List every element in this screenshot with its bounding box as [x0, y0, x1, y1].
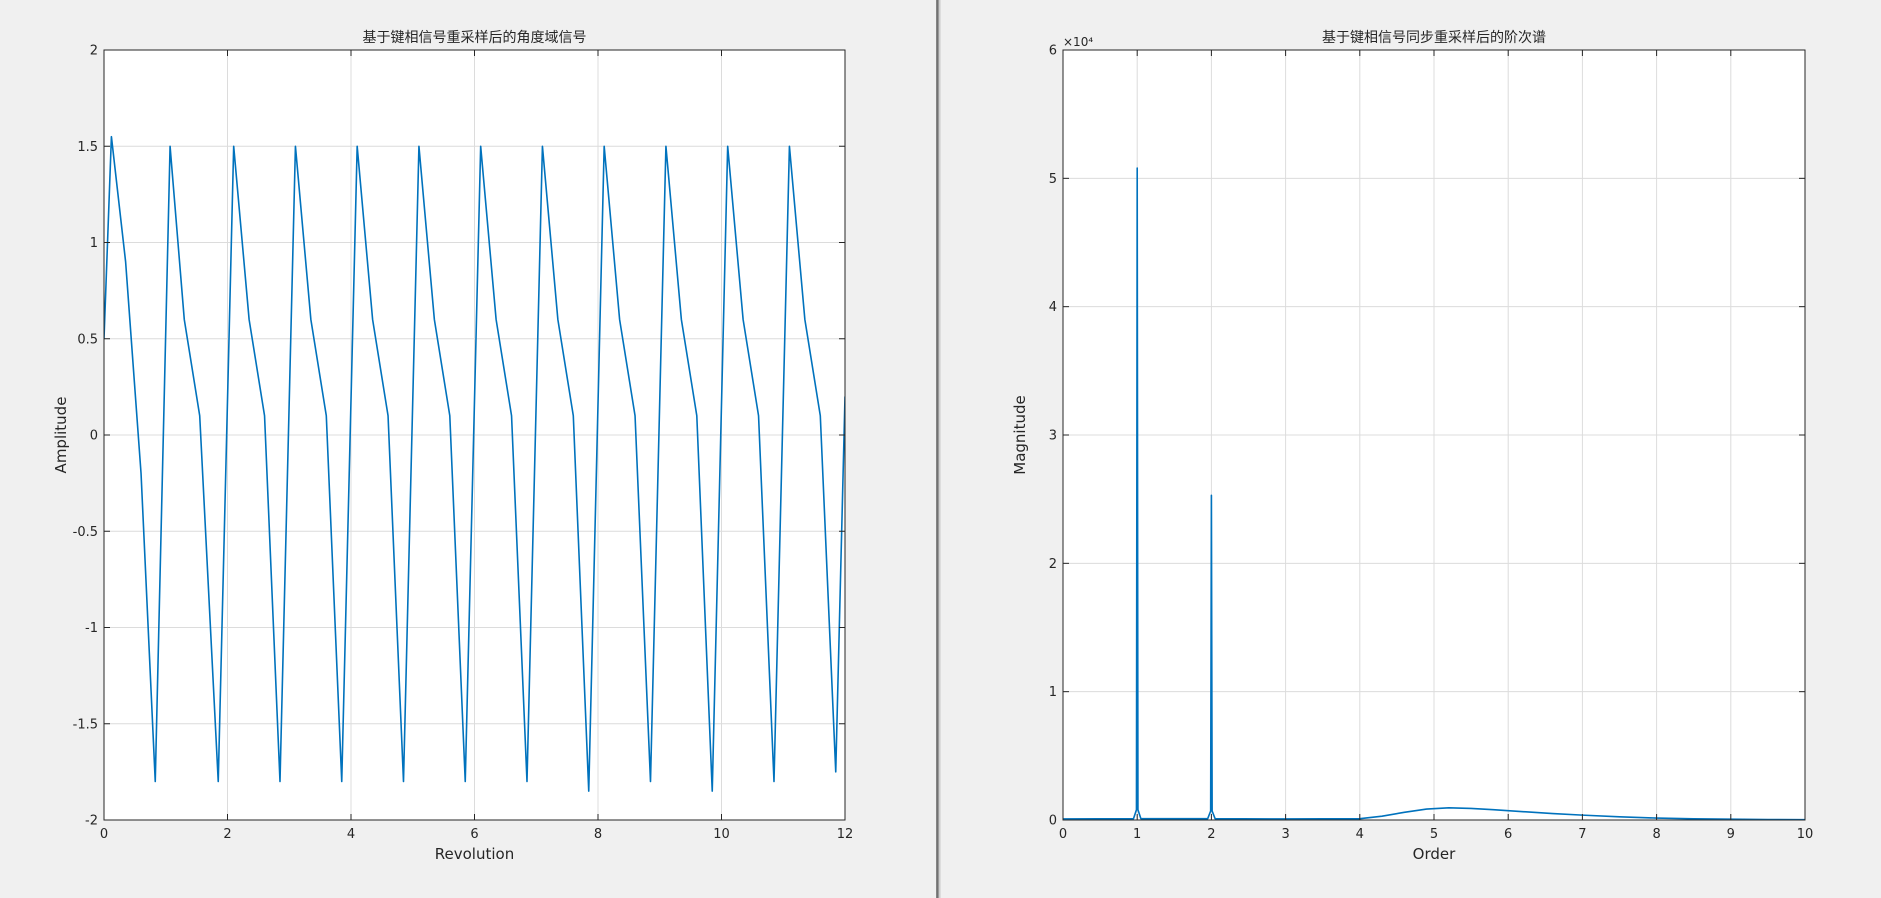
x-tick-label: 1 — [1133, 827, 1141, 842]
y-tick-label: 1 — [90, 236, 98, 251]
y-tick-label: 2 — [1049, 557, 1057, 572]
x-tick-label: 0 — [1059, 827, 1067, 842]
x-tick-label: 4 — [1356, 827, 1364, 842]
x-axis-label: Revolution — [435, 845, 514, 863]
x-tick-label: 10 — [713, 827, 730, 842]
x-tick-label: 8 — [1652, 827, 1660, 842]
x-tick-label: 8 — [594, 827, 602, 842]
x-tick-label: 12 — [837, 827, 854, 842]
x-axis-label: Order — [1413, 845, 1456, 863]
y-axis-label: Magnitude — [1011, 395, 1029, 474]
x-tick-label: 5 — [1430, 827, 1438, 842]
y-tick-label: 1.5 — [77, 140, 98, 155]
x-tick-label: 4 — [347, 827, 355, 842]
x-tick-label: 2 — [1207, 827, 1215, 842]
right-figure-panel: 0 1 2 3 4 5 6 7 8 9 10 0 1 2 3 4 5 6 ×10⁴ 基于键相信号同步重采样后的阶次谱 O… — [941, 0, 1881, 898]
order-spectrum-chart: 0 1 2 3 4 5 6 7 8 9 10 0 1 2 3 4 5 6 ×10⁴ 基于键相信号同步重采样后的阶次谱 O… — [1011, 29, 1814, 863]
y-tick-label: 0.5 — [77, 332, 98, 347]
y-exponent-label: ×10⁴ — [1063, 35, 1093, 49]
y-tick-label: -0.5 — [73, 525, 98, 540]
x-tick-label: 10 — [1797, 827, 1814, 842]
x-tick-label: 7 — [1578, 827, 1586, 842]
x-tick-label: 3 — [1281, 827, 1289, 842]
y-tick-label: -1.5 — [73, 717, 98, 732]
y-tick-label: 4 — [1049, 300, 1057, 315]
x-tick-label: 6 — [1504, 827, 1512, 842]
chart-title: 基于键相信号同步重采样后的阶次谱 — [1322, 29, 1546, 46]
y-tick-label: 3 — [1049, 429, 1057, 444]
left-figure-panel: 0 2 4 6 8 10 12 -2 -1.5 -1 -0.5 0 0.5 1 1.5 2 基于键相信号重采样后… — [0, 0, 936, 898]
y-tick-label: 1 — [1049, 685, 1057, 700]
y-tick-label: 2 — [90, 44, 98, 59]
chart-title: 基于键相信号重采样后的角度域信号 — [363, 29, 587, 46]
y-axis-label: Amplitude — [52, 397, 70, 474]
y-tick-label: 6 — [1049, 44, 1057, 59]
y-tick-label: 0 — [90, 429, 98, 444]
angle-domain-signal-chart: 0 2 4 6 8 10 12 -2 -1.5 -1 -0.5 0 0.5 1 1.5 2 基于键相信号重采样后… — [52, 29, 854, 863]
y-tick-label: -1 — [85, 621, 98, 636]
y-tick-label: 5 — [1049, 172, 1057, 187]
x-tick-label: 0 — [100, 827, 108, 842]
x-tick-label: 6 — [470, 827, 478, 842]
y-tick-label: 0 — [1049, 814, 1057, 829]
y-tick-label: -2 — [85, 814, 98, 829]
x-tick-label: 2 — [223, 827, 231, 842]
x-tick-label: 9 — [1727, 827, 1735, 842]
